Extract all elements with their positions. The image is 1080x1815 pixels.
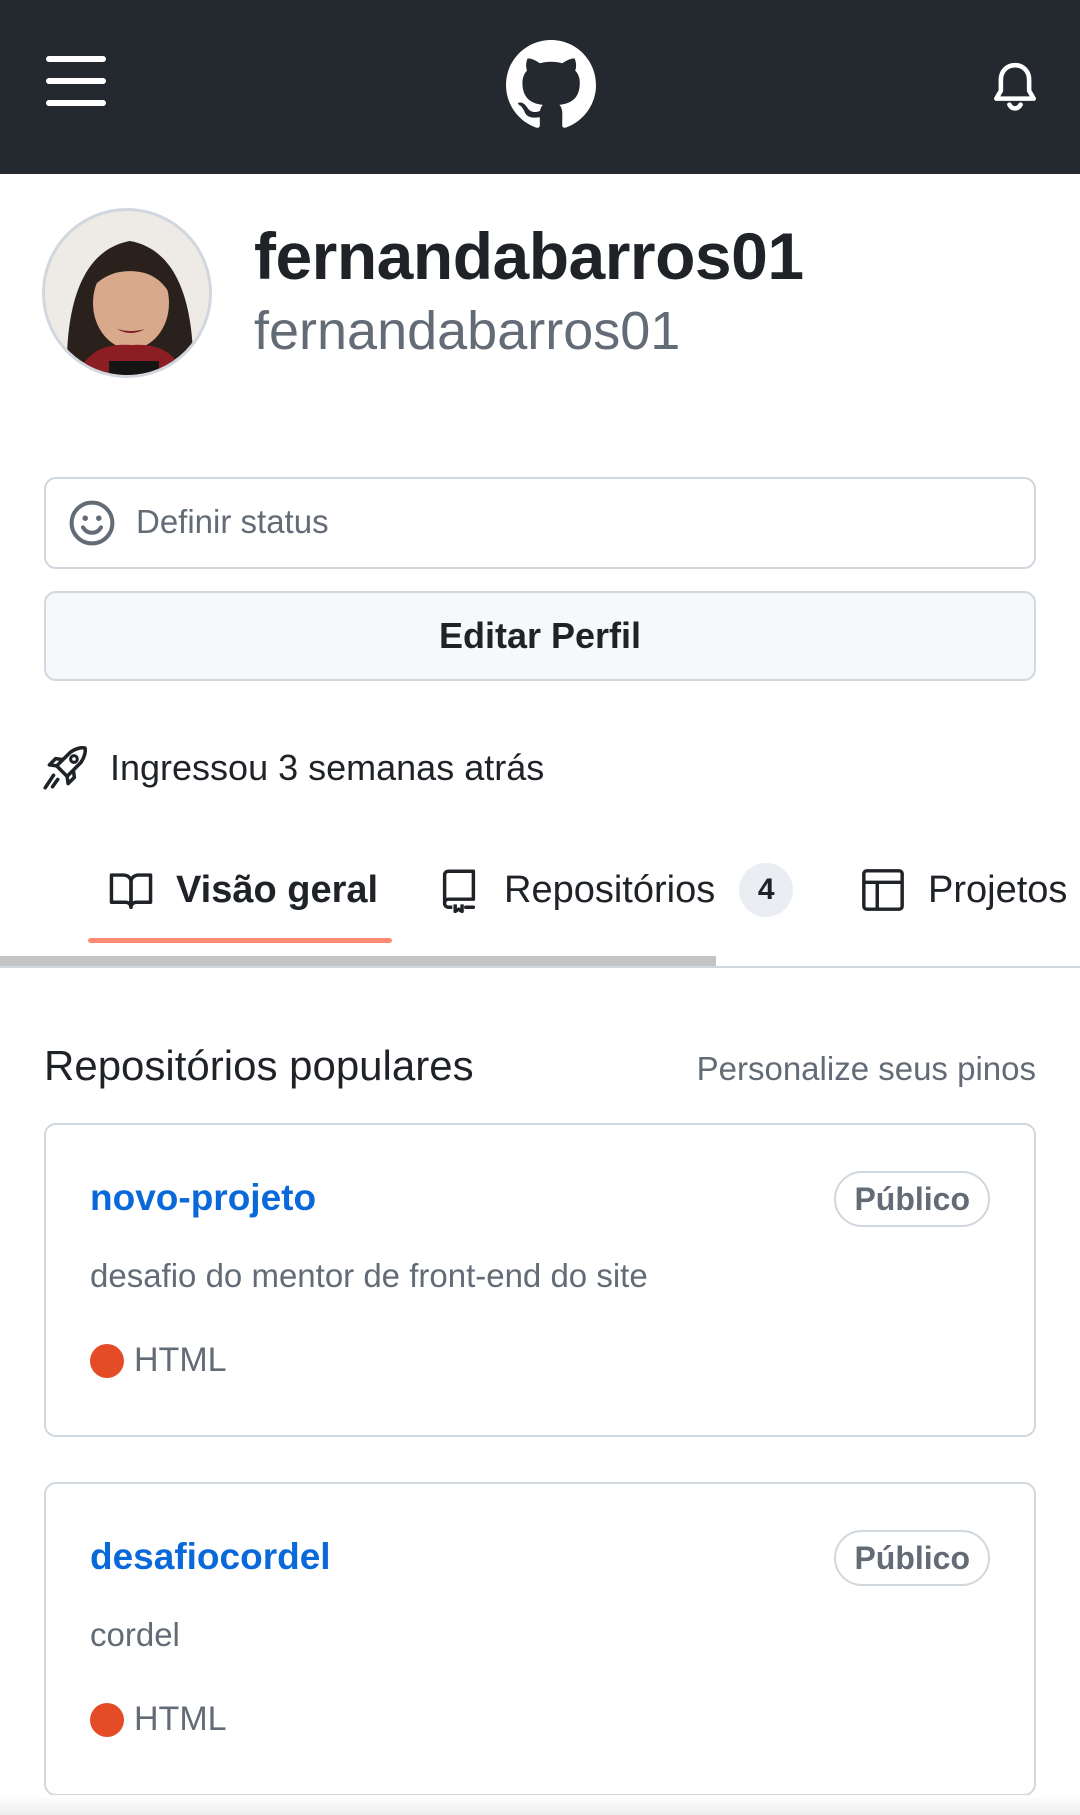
repo-language: HTML xyxy=(90,1341,227,1380)
set-status-label: Definir status xyxy=(136,503,329,540)
repo-card: desafiocordel Público cordel HTML xyxy=(44,1482,1036,1796)
active-tab-indicator xyxy=(88,938,392,943)
repo-icon xyxy=(442,869,476,913)
repositories-count-badge: 4 xyxy=(739,863,794,917)
profile-tabs: Visão geral Repositórios 4 Projetos xyxy=(0,840,1080,970)
tab-repositories[interactable]: Repositórios 4 xyxy=(436,840,794,940)
visibility-badge: Público xyxy=(834,1171,990,1227)
book-icon xyxy=(109,873,153,909)
tab-projects-label: Projetos xyxy=(928,868,1068,911)
tab-overview[interactable]: Visão geral xyxy=(108,840,378,940)
repo-description: cordel xyxy=(90,1616,180,1653)
avatar-photo xyxy=(45,211,209,375)
popular-repositories-title: Repositórios populares xyxy=(44,1042,474,1089)
smiley-icon xyxy=(69,500,115,546)
language-color-dot xyxy=(90,1343,124,1378)
repo-name-link[interactable]: novo-projeto xyxy=(90,1177,316,1219)
profile-login: fernandabarros01 xyxy=(254,301,681,361)
edit-profile-button[interactable]: Editar Perfil xyxy=(44,591,1036,681)
profile-display-name: fernandabarros01 xyxy=(254,219,804,293)
repo-name-link[interactable]: desafiocordel xyxy=(90,1536,331,1578)
tab-repositories-label: Repositórios xyxy=(504,868,716,911)
joined-text: Ingressou 3 semanas atrás xyxy=(110,747,545,788)
set-status-button[interactable]: Definir status xyxy=(44,477,1036,569)
avatar[interactable] xyxy=(42,208,212,378)
joined-info: Ingressou 3 semanas atrás xyxy=(40,740,544,796)
repo-description: desafio do mentor de front-end do site xyxy=(90,1257,648,1294)
hamburger-menu-icon[interactable] xyxy=(46,56,106,106)
customize-pins-link[interactable]: Personalize seus pinos xyxy=(697,1050,1036,1088)
bottom-edge xyxy=(0,1795,1080,1815)
tab-projects[interactable]: Projetos xyxy=(860,840,1067,940)
rocket-icon xyxy=(43,746,87,790)
bell-icon[interactable] xyxy=(990,60,1040,114)
github-octocat-icon[interactable] xyxy=(506,40,596,130)
tab-overview-label: Visão geral xyxy=(176,868,379,911)
repo-card: novo-projeto Público desafio do mentor d… xyxy=(44,1123,1036,1437)
visibility-badge: Público xyxy=(834,1530,990,1586)
tabs-scrollbar[interactable] xyxy=(0,956,716,966)
language-name: HTML xyxy=(134,1700,227,1738)
table-icon xyxy=(862,869,904,911)
repo-language: HTML xyxy=(90,1700,227,1739)
top-nav-bar xyxy=(0,0,1080,174)
language-color-dot xyxy=(90,1702,124,1737)
language-name: HTML xyxy=(134,1341,227,1379)
tabs-divider xyxy=(0,966,1080,968)
